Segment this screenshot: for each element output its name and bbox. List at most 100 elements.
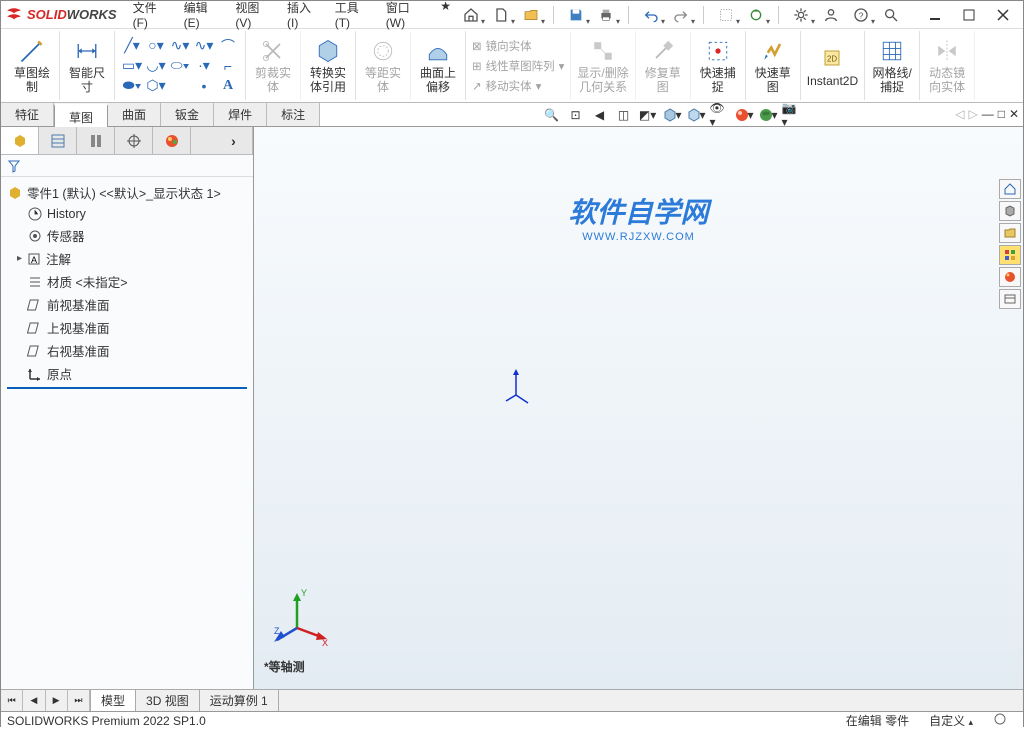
move-entities-button[interactable]: ↗移动实体▾ (472, 78, 541, 94)
instant2d-button[interactable]: 2DInstant2D (807, 44, 858, 88)
fm-tab-property[interactable] (39, 127, 77, 154)
mirror-entities-button[interactable]: ⊠镜向实体 (472, 38, 532, 54)
tree-history[interactable]: History (3, 204, 251, 224)
close-button[interactable] (987, 4, 1019, 26)
section-view-icon[interactable]: ◫ (614, 105, 634, 125)
bt-prev-button[interactable]: ◀ (23, 690, 45, 711)
appearance-icon[interactable]: ▾ (734, 105, 754, 125)
circle-tool[interactable]: ○▾ (147, 37, 165, 55)
scene-icon[interactable]: ▾ (758, 105, 778, 125)
line-tool[interactable]: ╱▾ (123, 37, 141, 55)
text-a-tool[interactable]: A (219, 77, 237, 95)
rapid-sketch-button[interactable]: 快速草 图 (752, 37, 794, 93)
point2-tool[interactable]: • (195, 77, 213, 95)
menu-view[interactable]: 视图(V) (227, 0, 277, 33)
tree-origin[interactable]: 原点 (3, 362, 251, 385)
minimize-button[interactable] (919, 4, 951, 26)
taskpane-appearance[interactable] (999, 267, 1021, 287)
graphics-viewport[interactable]: 软件自学网 WWW.RJZXW.COM Y X Z *等轴测 (254, 127, 1023, 689)
vp-maximize-button[interactable]: □ (998, 107, 1005, 121)
dynamic-section-icon[interactable]: ◩▾ (638, 105, 658, 125)
equidist-button[interactable]: 等距实 体 (362, 37, 404, 93)
bt-last-button[interactable]: ⏭ (68, 690, 90, 711)
prev-view-icon[interactable]: ◀ (590, 105, 610, 125)
help-button[interactable]: ?▾ (849, 4, 873, 26)
search-button[interactable] (879, 4, 903, 26)
custom-label[interactable]: 自定义 ▴ (929, 712, 973, 729)
menu-edit[interactable]: 编辑(E) (176, 0, 226, 33)
taskpane-home[interactable] (999, 179, 1021, 199)
render-icon[interactable]: 📷▾ (782, 105, 802, 125)
polygon-tool[interactable]: ⬡▾ (147, 77, 165, 95)
sketch-draw-button[interactable]: 草图绘 制 (11, 37, 53, 93)
fm-tab-tree[interactable] (1, 127, 39, 154)
settings-button[interactable]: ▾ (789, 4, 813, 26)
tab-weldment[interactable]: 焊件 (214, 103, 267, 126)
bt-tab-model[interactable]: 模型 (91, 690, 136, 711)
bt-tab-3dview[interactable]: 3D 视图 (136, 690, 200, 711)
zoom-fit-icon[interactable]: 🔍 (542, 105, 562, 125)
zoom-area-icon[interactable]: ⊡ (566, 105, 586, 125)
print-button[interactable]: ▾ (594, 4, 618, 26)
fm-tab-appearance[interactable] (153, 127, 191, 154)
spline2-tool[interactable]: ∿▾ (195, 37, 213, 55)
quick-snap-button[interactable]: 快速捕 捉 (697, 37, 739, 93)
arc-tool[interactable]: ◡▾ (147, 57, 165, 75)
vp-minimize-button[interactable]: — (982, 107, 994, 121)
vp-next-button[interactable]: ▷ (968, 107, 977, 121)
tree-top-plane[interactable]: 上视基准面 (3, 316, 251, 339)
fm-tab-expand[interactable]: › (215, 127, 253, 154)
view-orient-icon[interactable]: ▾ (662, 105, 682, 125)
display-relations-button[interactable]: 显示/删除 几何关系 (577, 37, 628, 93)
menu-insert[interactable]: 插入(I) (279, 0, 325, 33)
new-button[interactable]: ▾ (489, 4, 513, 26)
filter-row[interactable] (1, 155, 253, 177)
menu-star[interactable]: ★ (432, 0, 459, 33)
fm-tab-config[interactable] (77, 127, 115, 154)
hide-show-icon[interactable]: 👁▾ (710, 105, 730, 125)
status-icon[interactable] (993, 712, 1007, 729)
rollback-bar[interactable] (7, 387, 247, 389)
repair-sketch-button[interactable]: 修复草 图 (642, 37, 684, 93)
select-button[interactable]: ▾ (714, 4, 738, 26)
tab-sheetmetal[interactable]: 钣金 (161, 103, 214, 126)
menu-window[interactable]: 窗口(W) (378, 0, 430, 33)
home-button[interactable]: ▾ (459, 4, 483, 26)
rebuild-button[interactable]: ▾ (744, 4, 768, 26)
tree-right-plane[interactable]: 右视基准面 (3, 339, 251, 362)
tab-feature[interactable]: 特征 (1, 103, 54, 126)
spline-tool[interactable]: ∿▾ (171, 37, 189, 55)
linear-pattern-button[interactable]: ⊞线性草图阵列▾ (472, 58, 564, 74)
user-button[interactable] (819, 4, 843, 26)
display-style-icon[interactable]: ▾ (686, 105, 706, 125)
open-button[interactable]: ▾ (519, 4, 543, 26)
trim-button[interactable]: 剪裁实 体 (252, 37, 294, 93)
tab-annotate[interactable]: 标注 (267, 103, 320, 126)
taskpane-design[interactable] (999, 201, 1021, 221)
slot-tool[interactable]: ⬬▾ (123, 77, 141, 95)
menu-tools[interactable]: 工具(T) (327, 0, 376, 33)
vp-close-button[interactable]: ✕ (1009, 107, 1019, 121)
point-tool[interactable]: ·▾ (195, 57, 213, 75)
tree-sensors[interactable]: 传感器 (3, 224, 251, 247)
taskpane-file[interactable] (999, 223, 1021, 243)
save-button[interactable]: ▾ (564, 4, 588, 26)
taskpane-custom[interactable] (999, 289, 1021, 309)
redo-button[interactable]: ▾ (669, 4, 693, 26)
expand-arrow-icon[interactable]: ▸ (17, 253, 22, 264)
ellipse-tool[interactable]: ⬭▾ (171, 57, 189, 75)
taskpane-view[interactable] (999, 245, 1021, 265)
tab-surface[interactable]: 曲面 (108, 103, 161, 126)
dynamic-mirror-button[interactable]: 动态镜 向实体 (926, 37, 968, 93)
text-tool[interactable] (171, 77, 189, 95)
chamfer-tool[interactable]: ⌐ (219, 57, 237, 75)
fm-tab-dimxpert[interactable] (115, 127, 153, 154)
tab-sketch[interactable]: 草图 (54, 104, 108, 127)
smart-dimension-button[interactable]: 智能尺 寸 (66, 37, 108, 93)
tree-annotations[interactable]: ▸ A 注解 (3, 247, 251, 270)
shaded-edge-button[interactable]: 网格线/ 捕捉 (871, 37, 913, 93)
rect-tool[interactable]: ▭▾ (123, 57, 141, 75)
curve-offset-button[interactable]: 曲面上 偏移 (417, 37, 459, 93)
vp-prev-button[interactable]: ◁ (955, 107, 964, 121)
undo-button[interactable]: ▾ (639, 4, 663, 26)
